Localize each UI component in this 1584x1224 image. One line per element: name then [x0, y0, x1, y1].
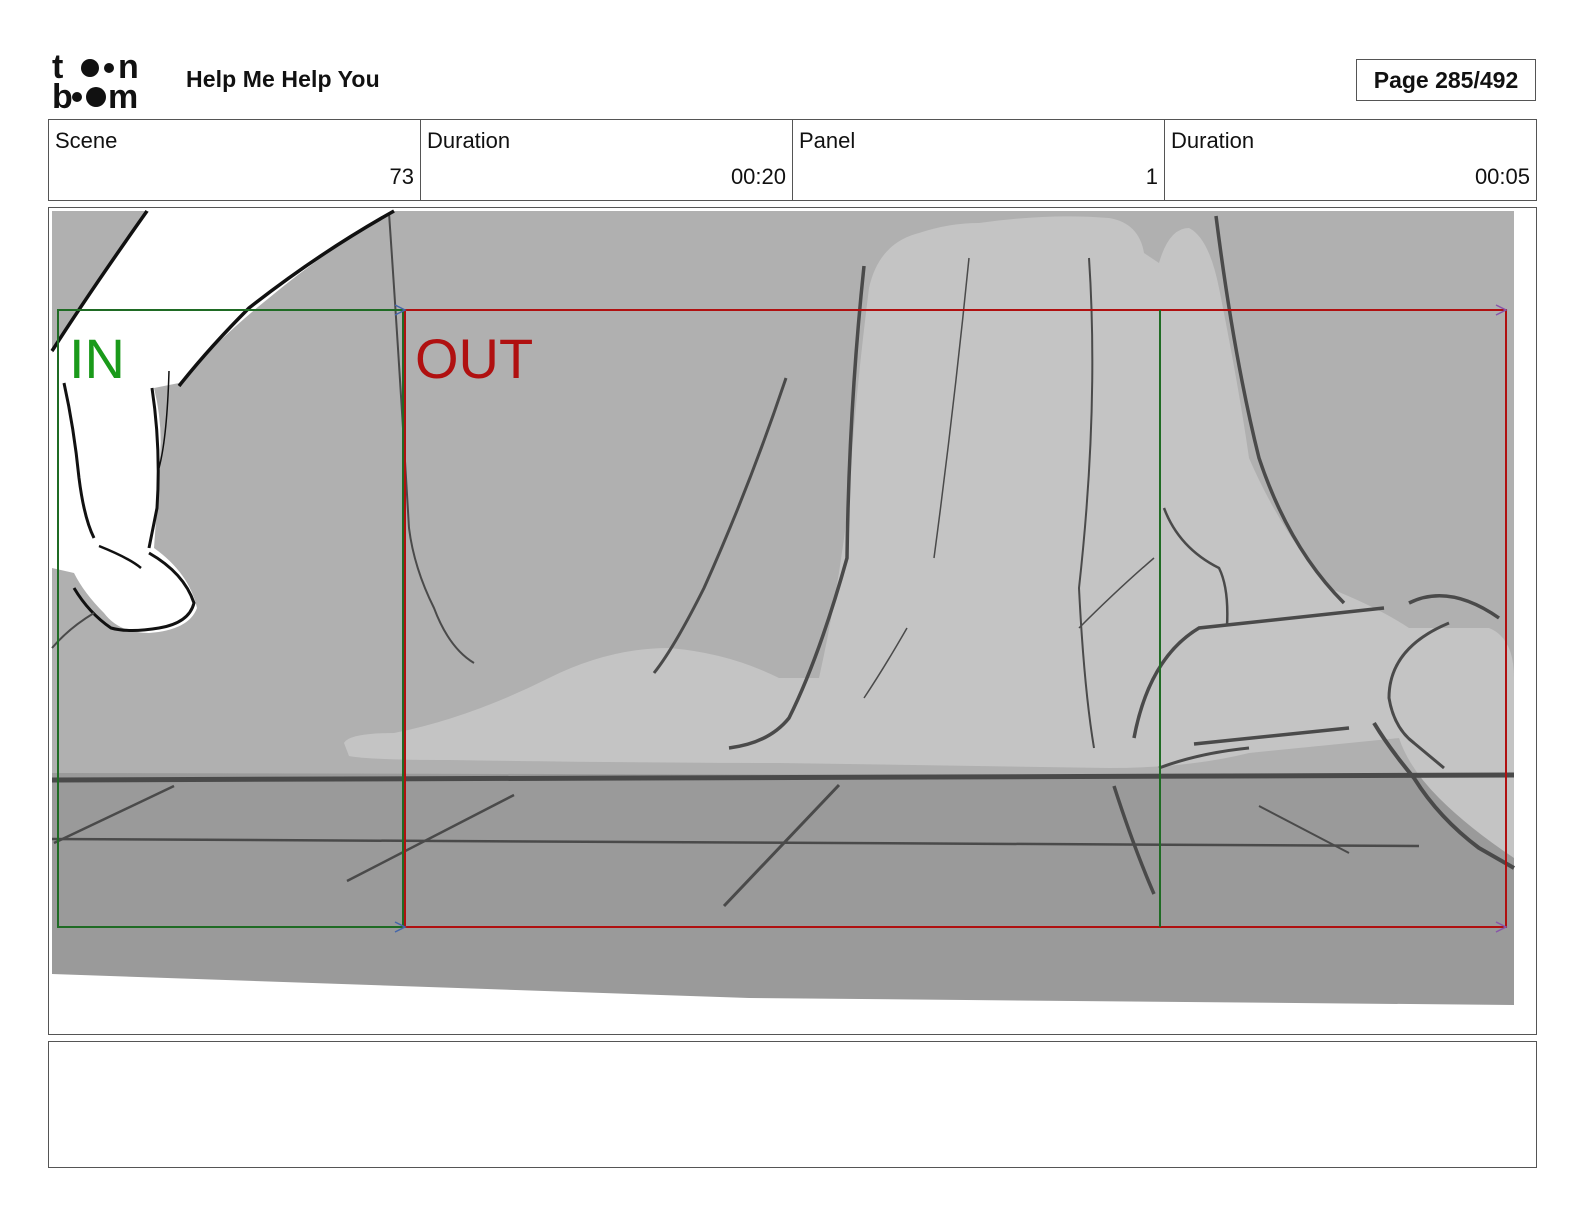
scene-duration-value: 00:20 — [730, 164, 786, 189]
toon-boom-logo: t n b m — [52, 48, 164, 116]
out-label: OUT — [415, 327, 533, 390]
panel-duration-value: 00:05 — [1474, 164, 1530, 189]
notes-box — [48, 1041, 1537, 1168]
panel-label: Panel — [799, 128, 856, 153]
scene-value: 73 — [389, 164, 414, 189]
scene-duration-cell: Duration 00:20 — [420, 120, 792, 200]
floor-area — [52, 773, 1514, 1005]
page-indicator: Page 285/492 — [1356, 59, 1536, 101]
panel-value: 1 — [1145, 164, 1158, 189]
svg-text:m: m — [108, 78, 138, 112]
svg-text:b: b — [52, 78, 73, 112]
project-title: Help Me Help You — [186, 66, 380, 92]
panel-drawing: IN OUT — [49, 208, 1536, 1034]
page-label: Page 285/492 — [1373, 66, 1519, 93]
info-table: Scene 73 Duration 00:20 Panel 1 Duration… — [48, 119, 1537, 201]
scene-cell: Scene 73 — [49, 120, 420, 200]
panel-cell: Panel 1 — [792, 120, 1164, 200]
panel-duration-cell: Duration 00:05 — [1164, 120, 1536, 200]
in-label: IN — [69, 327, 125, 390]
storyboard-panel: IN OUT — [48, 207, 1537, 1035]
notes-text — [49, 1042, 1536, 1062]
scene-duration-label: Duration — [427, 128, 511, 153]
scene-label: Scene — [55, 128, 118, 153]
panel-duration-label: Duration — [1171, 128, 1255, 153]
